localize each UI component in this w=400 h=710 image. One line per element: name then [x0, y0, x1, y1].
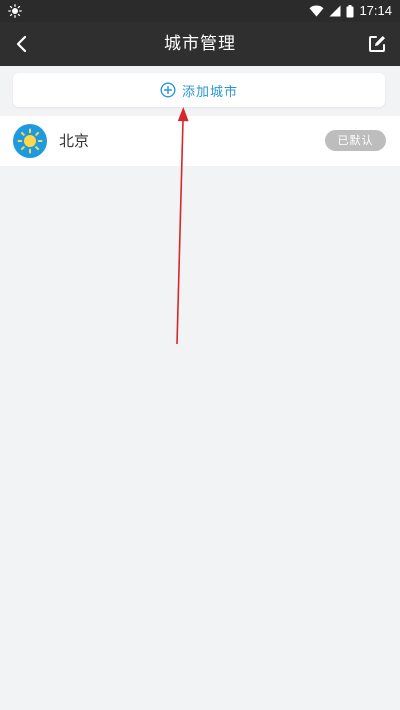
sun-icon [8, 4, 22, 18]
plus-circle-icon [160, 82, 176, 98]
signal-icon [329, 5, 341, 17]
status-bar: 17:14 [0, 0, 400, 22]
wifi-icon [309, 5, 324, 17]
default-badge[interactable]: 已默认 [325, 130, 386, 151]
add-city-button[interactable]: 添加城市 [13, 73, 385, 107]
status-icons: 17:14 [309, 3, 392, 19]
city-name: 北京 [59, 132, 90, 150]
edit-icon[interactable] [366, 33, 388, 55]
battery-icon [346, 4, 354, 17]
status-time: 17:14 [359, 3, 392, 18]
page-title: 城市管理 [164, 34, 236, 54]
title-bar: 城市管理 [0, 22, 400, 66]
add-city-label: 添加城市 [181, 84, 238, 100]
sun-icon [13, 124, 47, 158]
